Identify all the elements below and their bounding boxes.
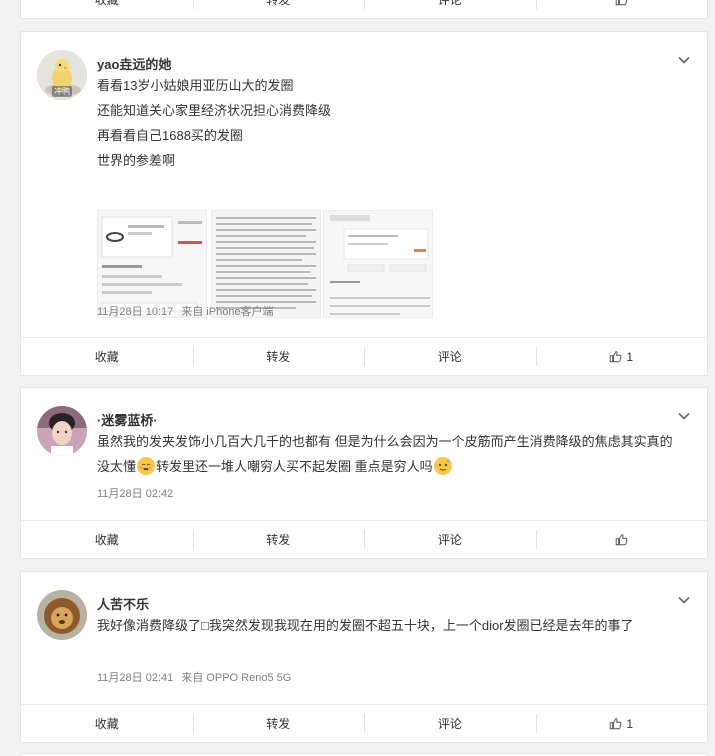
- post-image-1[interactable]: [97, 210, 207, 318]
- comment-label: 评论: [437, 0, 462, 7]
- like-count: 1: [626, 716, 634, 731]
- comment-label: 评论: [437, 717, 462, 731]
- post-meta: 11月28日 10:17 来自 iPhone客户端: [97, 303, 274, 319]
- repost-button[interactable]: 转发: [192, 338, 365, 375]
- collect-label: 收藏: [94, 0, 119, 7]
- like-button[interactable]: [535, 521, 708, 558]
- post-text-line: 再看看自己1688买的发圈: [97, 128, 243, 143]
- comment-button[interactable]: 评论: [364, 521, 536, 558]
- comment-button[interactable]: 评论: [364, 0, 536, 18]
- post-card: 人苦不乐 我好像消费降级了□我突然发现我现在用的发圈不超五十块，上一个dior发…: [20, 571, 708, 743]
- post-text: 虽然我的发夹发饰小几百大几千的也都有 但是为什么会因为一个皮筋而产生消费降级的焦…: [97, 429, 685, 479]
- collect-button[interactable]: 收藏: [21, 521, 193, 558]
- collect-label: 收藏: [94, 533, 119, 547]
- text-screenshot-image: [212, 211, 320, 317]
- repost-button[interactable]: 转发: [192, 705, 365, 742]
- post-action-bar: 收藏 转发 评论: [21, 520, 707, 558]
- post-text-line: 还能知道关心家里经济状况担心消费降级: [97, 103, 332, 118]
- username[interactable]: yao垚远的她: [97, 54, 171, 73]
- post-action-bar: 收藏 转发 评论 1: [21, 704, 707, 742]
- repost-label: 转发: [266, 0, 291, 7]
- post-time[interactable]: 11月28日 10:17: [97, 306, 173, 318]
- like-button[interactable]: 1: [535, 338, 708, 375]
- repost-button[interactable]: 转发: [192, 0, 365, 18]
- post-meta: 11月28日 02:42: [97, 485, 173, 501]
- username[interactable]: ·迷雾蓝桥·: [97, 410, 158, 429]
- chevron-down-icon[interactable]: [677, 593, 691, 607]
- post-source: 来自 OPPO Reno5 5G: [181, 672, 292, 684]
- post-card: 冲鸭 yao垚远的她 看看13岁小姑娘用亚历山大的发圈 还能知道关心家里经济状况…: [20, 31, 708, 376]
- collect-button[interactable]: 收藏: [21, 705, 193, 742]
- comment-label: 评论: [437, 350, 462, 364]
- sweat-face-emoji-icon: [433, 457, 452, 475]
- avatar[interactable]: 冲鸭: [37, 50, 87, 100]
- thumbs-up-icon: [610, 351, 622, 363]
- avatar-image: [37, 406, 87, 456]
- like-button[interactable]: 1: [535, 705, 708, 742]
- chevron-down-icon[interactable]: [677, 409, 691, 423]
- post-text: 看看13岁小姑娘用亚历山大的发圈 还能知道关心家里经济状况担心消费降级 再看看自…: [97, 73, 687, 173]
- post-card: ·迷雾蓝桥· 虽然我的发夹发饰小几百大几千的也都有 但是为什么会因为一个皮筋而产…: [20, 387, 708, 559]
- post-text: 我好像消费降级了□我突然发现我现在用的发圈不超五十块，上一个dior发圈已经是去…: [97, 613, 681, 638]
- previous-post-action-bar: 收藏 转发 评论: [21, 0, 707, 18]
- receipt-screenshot-image: [324, 211, 432, 317]
- collect-label: 收藏: [94, 350, 119, 364]
- avatar-image: [37, 590, 87, 640]
- post-time[interactable]: 11月28日 02:41: [97, 672, 173, 684]
- like-count: 1: [626, 349, 634, 364]
- avatar-badge: 冲鸭: [52, 86, 72, 97]
- post-image-3[interactable]: [323, 210, 433, 318]
- order-screenshot-image: [98, 211, 206, 317]
- comment-label: 评论: [437, 533, 462, 547]
- post-text-line: 世界的参差啊: [97, 153, 176, 168]
- collect-button[interactable]: 收藏: [21, 0, 193, 18]
- avatar[interactable]: [37, 406, 87, 456]
- like-button[interactable]: [535, 0, 708, 18]
- post-text-body: 我好像消费降级了□我突然发现我现在用的发圈不超五十块，上一个dior发圈已经是去…: [97, 618, 634, 633]
- post-meta: 11月28日 02:41 来自 OPPO Reno5 5G: [97, 669, 291, 685]
- collect-button[interactable]: 收藏: [21, 338, 193, 375]
- collect-label: 收藏: [94, 717, 119, 731]
- repost-label: 转发: [266, 350, 291, 364]
- post-text-line: 看看13岁小姑娘用亚历山大的发圈: [97, 78, 294, 93]
- post-source: 来自 iPhone客户端: [181, 306, 274, 318]
- comment-button[interactable]: 评论: [364, 338, 536, 375]
- chevron-down-icon[interactable]: [677, 53, 691, 67]
- previous-post-card: 收藏 转发 评论: [20, 0, 708, 19]
- repost-button[interactable]: 转发: [192, 521, 365, 558]
- thumbs-up-icon: [610, 718, 622, 730]
- post-text-part2: 转发里还一堆人嘲穷人买不起发圈 重点是穷人吗: [156, 459, 433, 474]
- thumbs-up-icon: [615, 0, 628, 6]
- comment-button[interactable]: 评论: [364, 705, 536, 742]
- shy-face-emoji-icon: [137, 457, 156, 475]
- avatar[interactable]: [37, 590, 87, 640]
- post-image-2[interactable]: [211, 210, 321, 318]
- post-time[interactable]: 11月28日 02:42: [97, 488, 173, 500]
- thumbs-up-icon: [615, 534, 628, 546]
- post-action-bar: 收藏 转发 评论 1: [21, 337, 707, 375]
- repost-label: 转发: [266, 717, 291, 731]
- repost-label: 转发: [266, 533, 291, 547]
- username[interactable]: 人苦不乐: [97, 594, 149, 613]
